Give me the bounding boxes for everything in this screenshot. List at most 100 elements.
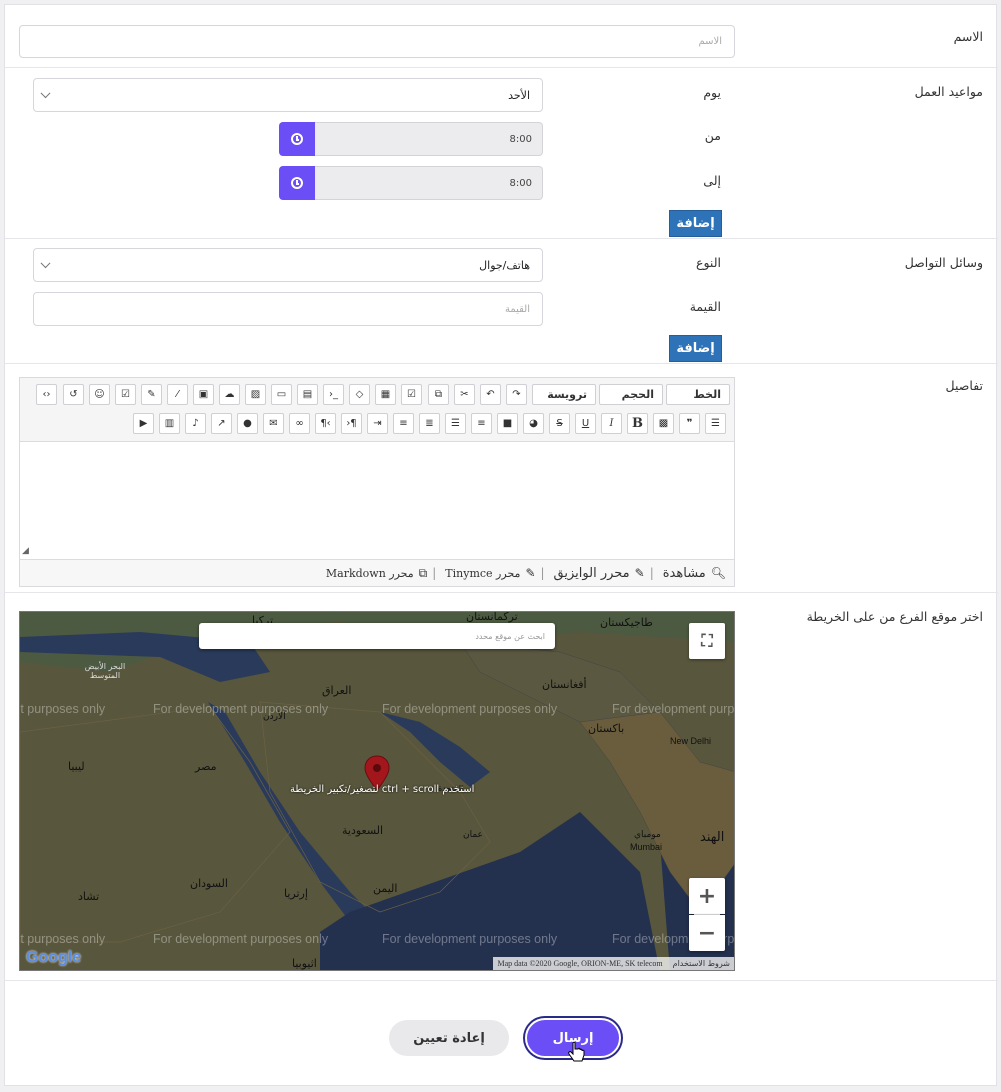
italic-icon[interactable]: I bbox=[601, 413, 622, 434]
working-hours-row: مواعيد العمل يوم الأحد من 8:00 إلى 8:00 … bbox=[5, 68, 998, 239]
map-place-label: New Delhi bbox=[670, 736, 712, 746]
align-justify-icon[interactable]: ≡ bbox=[393, 413, 414, 434]
select-all-icon[interactable]: ☑ bbox=[401, 384, 422, 405]
external-link-icon[interactable]: ↗ bbox=[211, 413, 232, 434]
from-label: من bbox=[704, 128, 721, 143]
map-place-label: باكستان bbox=[588, 722, 625, 735]
cut-icon[interactable]: ✂ bbox=[454, 384, 475, 405]
pencil-square-icon[interactable]: ✎ bbox=[141, 384, 162, 405]
image-icon[interactable]: ▨ bbox=[245, 384, 266, 405]
reset-button[interactable]: إعادة تعيين bbox=[389, 1020, 509, 1056]
qrcode-icon[interactable]: ▩ bbox=[653, 413, 674, 434]
resize-handle-icon[interactable]: ◢ bbox=[22, 546, 29, 556]
quote-icon[interactable]: ❞ bbox=[679, 413, 700, 434]
from-time-value[interactable]: 8:00 bbox=[315, 122, 543, 156]
rich-text-editor: ‹› ↺ ☺ ☑ ✎ ⁄ ▣ ☁ ▨ ▭ ▤ ›_ ◇ ▦ ☑ ⧉ ✂ ↶ ↷ … bbox=[19, 377, 735, 587]
palette-icon[interactable]: ◕ bbox=[523, 413, 544, 434]
source-code-icon[interactable]: ‹› bbox=[36, 384, 57, 405]
rtl-paragraph-icon[interactable]: ¶‹ bbox=[315, 413, 336, 434]
list-icon[interactable]: ☰ bbox=[705, 413, 726, 434]
from-clock-button[interactable] bbox=[279, 122, 315, 156]
zoom-in-button[interactable]: + bbox=[689, 878, 725, 914]
edit-icon: ✎ bbox=[634, 566, 645, 580]
paste-icon[interactable]: ▦ bbox=[375, 384, 396, 405]
underline-icon[interactable]: U bbox=[575, 413, 596, 434]
upload-cloud-icon[interactable]: ☁ bbox=[219, 384, 240, 405]
terminal-icon[interactable]: ›_ bbox=[323, 384, 344, 405]
dev-watermark: For development purposes only bbox=[20, 702, 106, 716]
add-working-hours-button[interactable]: إضافة bbox=[669, 210, 722, 237]
footer-separator: | bbox=[649, 566, 654, 580]
to-clock-button[interactable] bbox=[279, 166, 315, 200]
ltr-paragraph-icon[interactable]: ›¶ bbox=[341, 413, 362, 434]
strikethrough-icon[interactable]: S bbox=[549, 413, 570, 434]
branch-form: الاسم الاسم مواعيد العمل يوم الأحد من 8:… bbox=[4, 4, 998, 1086]
clock-icon bbox=[291, 133, 303, 145]
editor-content-area[interactable] bbox=[20, 443, 734, 558]
square-icon[interactable]: ■ bbox=[497, 413, 518, 434]
dev-watermark: For development purposes only bbox=[612, 702, 735, 716]
redo-icon[interactable]: ↷ bbox=[506, 384, 527, 405]
map-view[interactable]: For development purposes only For develo… bbox=[19, 611, 735, 971]
map-data-text: Map data ©2020 Google, ORION-ME, SK tele… bbox=[497, 959, 663, 968]
name-input[interactable]: الاسم bbox=[19, 25, 735, 58]
map-search-input[interactable]: ابحث عن موقع محدد bbox=[199, 623, 555, 649]
google-logo: Google bbox=[26, 949, 82, 966]
email-icon[interactable]: ✉ bbox=[263, 413, 284, 434]
fullscreen-button[interactable]: ⛶ bbox=[689, 623, 725, 659]
footer-separator: | bbox=[432, 566, 437, 580]
brush-icon[interactable]: ⁄ bbox=[167, 384, 188, 405]
copy-icon[interactable]: ⧉ bbox=[428, 384, 449, 405]
font-select[interactable]: الخط bbox=[666, 384, 730, 405]
media-icon[interactable]: ▥ bbox=[159, 413, 180, 434]
rectangle-icon[interactable]: ▭ bbox=[271, 384, 292, 405]
editor-footer: 🔍︎ مشاهدة | ✎ محرر الوايزيق | ✎ محرر Tin… bbox=[20, 559, 734, 586]
map-attribution: Map data ©2020 Google, ORION-ME, SK tele… bbox=[493, 957, 734, 970]
map-place-label: مومباي bbox=[634, 830, 661, 840]
contact-label: وسائل التواصل bbox=[904, 255, 983, 270]
size-select[interactable]: الحجم bbox=[599, 384, 663, 405]
tinymce-tab[interactable]: محرر Tinymce bbox=[445, 567, 520, 580]
day-select[interactable]: الأحد bbox=[33, 78, 543, 112]
bold-icon[interactable]: B bbox=[627, 413, 648, 434]
align-right-icon[interactable]: ≡ bbox=[471, 413, 492, 434]
align-left-icon[interactable]: ≣ bbox=[419, 413, 440, 434]
align-center-icon[interactable]: ☰ bbox=[445, 413, 466, 434]
to-time-value[interactable]: 8:00 bbox=[315, 166, 543, 200]
music-icon[interactable]: ♪ bbox=[185, 413, 206, 434]
markdown-tab[interactable]: محرر Markdown bbox=[326, 567, 414, 580]
undo-icon[interactable]: ↶ bbox=[480, 384, 501, 405]
youtube-icon[interactable]: ▶ bbox=[133, 413, 154, 434]
add-contact-button[interactable]: إضافة bbox=[669, 335, 722, 362]
zoom-out-button[interactable]: − bbox=[689, 915, 725, 951]
map-place-label: الأردن bbox=[263, 712, 286, 722]
map-zoom-hint: استخدم ctrl + scroll لتصغير/تكبير الخريط… bbox=[290, 784, 475, 795]
indent-icon[interactable]: ⇥ bbox=[367, 413, 388, 434]
to-label: إلى bbox=[703, 173, 721, 188]
map-label: اختر موقع الفرع من على الخريطة bbox=[806, 609, 983, 624]
comment-icon[interactable]: ● bbox=[237, 413, 258, 434]
contact-value-input[interactable]: القيمة bbox=[33, 292, 543, 326]
history-icon[interactable]: ↺ bbox=[63, 384, 84, 405]
hand-cursor-icon bbox=[568, 1041, 585, 1062]
preview-tab[interactable]: مشاهدة bbox=[663, 566, 706, 581]
wysiwyg-tab[interactable]: محرر الوايزيق bbox=[554, 566, 630, 581]
link-icon[interactable]: ∞ bbox=[289, 413, 310, 434]
contact-type-value: هاتف/جوال bbox=[479, 258, 530, 272]
contact-row: وسائل التواصل النوع هاتف/جوال القيمة الق… bbox=[5, 239, 998, 364]
heading-select[interactable]: ترويسة bbox=[532, 384, 596, 405]
contact-type-label: النوع bbox=[696, 255, 721, 270]
to-time-picker[interactable]: 8:00 bbox=[279, 166, 543, 200]
file-icon[interactable]: ▤ bbox=[297, 384, 318, 405]
emoji-icon[interactable]: ☺ bbox=[89, 384, 110, 405]
checkbox-edit-icon[interactable]: ☑ bbox=[115, 384, 136, 405]
eraser-icon[interactable]: ◇ bbox=[349, 384, 370, 405]
map-terms-link[interactable]: شروط الاستخدام bbox=[673, 959, 730, 968]
archive-icon[interactable]: ▣ bbox=[193, 384, 214, 405]
map-place-label: اثيوبيا bbox=[292, 957, 317, 970]
contact-value-label: القيمة bbox=[689, 299, 721, 314]
contact-type-select[interactable]: هاتف/جوال bbox=[33, 248, 543, 282]
from-time-picker[interactable]: 8:00 bbox=[279, 122, 543, 156]
working-hours-label: مواعيد العمل bbox=[914, 84, 983, 99]
name-label: الاسم bbox=[953, 29, 983, 44]
